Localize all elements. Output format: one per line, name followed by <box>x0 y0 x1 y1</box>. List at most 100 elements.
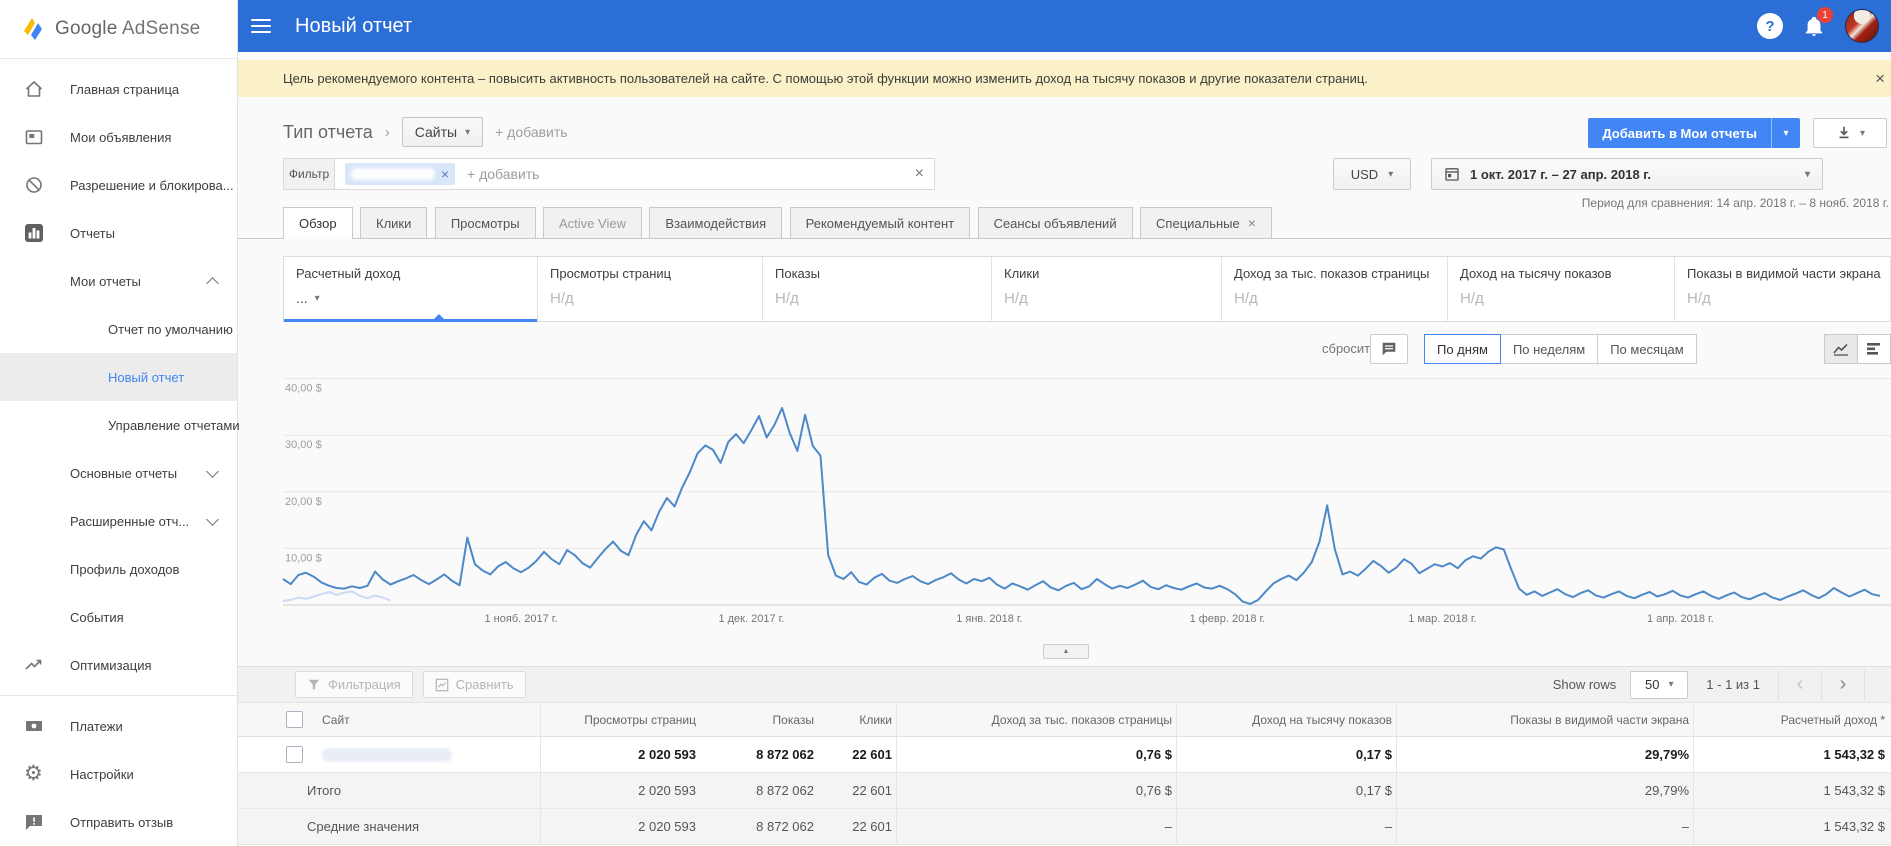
granularity-toggle: По дням По неделям По месяцам <box>1424 334 1697 364</box>
chevron-down-icon: ▾ <box>1783 127 1789 139</box>
metric-clicks[interactable]: Клики Н/д <box>992 257 1222 321</box>
select-all-checkbox[interactable] <box>286 711 303 728</box>
remove-filter-icon[interactable]: × <box>441 166 449 182</box>
metrics-summary-bar: Расчетный доход ... ▾ Просмотры страниц Н… <box>283 256 1891 322</box>
column-site[interactable]: Сайт <box>322 703 540 736</box>
ads-icon <box>24 127 44 147</box>
column-impression-rpm[interactable]: Доход на тысячу показов <box>1176 703 1396 736</box>
rows-per-page-select[interactable]: 50 ▾ <box>1630 670 1689 699</box>
sidebar-item-my-reports[interactable]: Мои отчеты <box>0 257 237 305</box>
previous-page-button[interactable]: ‹ <box>1778 669 1821 700</box>
filter-label: Фильтр <box>283 158 335 190</box>
tab-ad-sessions[interactable]: Сеансы объявлений <box>977 207 1133 238</box>
chevron-down-icon: ▾ <box>314 292 320 304</box>
sidebar-item-optimization[interactable]: Оптимизация <box>0 641 237 689</box>
payments-icon <box>24 716 44 736</box>
tab-custom[interactable]: Специальные × <box>1140 207 1272 238</box>
report-chart-svg[interactable]: 10,00 $ 20,00 $ 30,00 $ 40,00 $ 1 нояб. 2017… <box>237 372 1891 630</box>
column-viewable[interactable]: Показы в видимой части экрана <box>1396 703 1693 736</box>
granularity-by-week[interactable]: По неделям <box>1499 334 1599 364</box>
tab-active-view[interactable]: Active View <box>543 207 642 238</box>
tab-overview[interactable]: Обзор <box>283 207 353 239</box>
total-label: Итого <box>307 783 342 798</box>
metric-viewable-impressions[interactable]: Показы в видимой части экрана Н/д <box>1675 257 1891 321</box>
line-chart-type-button[interactable] <box>1824 334 1858 364</box>
sidebar-item-blocking[interactable]: Разрешение и блокирова... <box>0 161 237 209</box>
sidebar: Google AdSense Главная страница Мои объя… <box>0 0 240 846</box>
report-tabs: Обзор Клики Просмотры Active View Взаимо… <box>237 207 1891 239</box>
filter-input[interactable]: × + добавить × <box>334 158 935 190</box>
clear-filters-icon[interactable]: × <box>915 165 924 183</box>
tab-interactions[interactable]: Взаимодействия <box>649 207 783 238</box>
metric-impression-rpm[interactable]: Доход на тысячу показов Н/д <box>1448 257 1675 321</box>
collapse-chart-button[interactable]: ▲ <box>1043 644 1089 659</box>
sidebar-item-default-report[interactable]: Отчет по умолчанию <box>0 305 237 353</box>
download-button[interactable]: ▾ <box>1813 118 1887 148</box>
redacted-filter-value <box>351 168 435 180</box>
sidebar-item-my-ads[interactable]: Мои объявления <box>0 113 237 161</box>
funnel-icon <box>307 678 321 692</box>
close-tab-icon[interactable]: × <box>1248 215 1256 231</box>
add-filter-link[interactable]: + добавить <box>467 166 539 182</box>
row-checkbox[interactable] <box>286 746 303 763</box>
compare-button[interactable]: Сравнить <box>422 671 526 698</box>
granularity-by-day[interactable]: По дням <box>1424 334 1501 364</box>
sidebar-item-events[interactable]: События <box>0 593 237 641</box>
reset-link[interactable]: сбросить <box>1322 334 1377 364</box>
column-page-rpm[interactable]: Доход за тыс. показов страницы <box>896 703 1176 736</box>
chevron-down-icon <box>206 512 219 526</box>
metric-page-rpm[interactable]: Доход за тыс. показов страницы Н/д <box>1222 257 1448 321</box>
bar-chart-type-button[interactable] <box>1857 334 1891 364</box>
results-table: Фильтрация Сравнить Show rows 50 ▾ 1 - 1… <box>237 666 1891 845</box>
filter-table-button[interactable]: Фильтрация <box>295 671 413 698</box>
table-header: Сайт Просмотры страниц Показы Клики Дохо… <box>237 703 1891 737</box>
sidebar-item-revenue-profile[interactable]: Профиль доходов <box>0 545 237 593</box>
adsense-logo-icon <box>20 17 46 41</box>
save-options-dropdown[interactable]: ▾ <box>1771 118 1800 148</box>
sidebar-item-common-reports[interactable]: Основные отчеты <box>0 449 237 497</box>
date-range-picker[interactable]: 1 окт. 2017 г. – 27 апр. 2018 г. ▾ <box>1431 158 1823 190</box>
column-clicks[interactable]: Клики <box>818 703 896 736</box>
svg-text:1 апр. 2018 г.: 1 апр. 2018 г. <box>1647 613 1714 625</box>
metric-impressions[interactable]: Показы Н/д <box>763 257 992 321</box>
calendar-icon <box>1444 166 1460 182</box>
sidebar-item-reports[interactable]: Отчеты <box>0 209 237 257</box>
average-label: Средние значения <box>307 819 419 834</box>
sidebar-item-payments[interactable]: Платежи <box>0 702 237 750</box>
compare-chart-icon <box>435 678 449 692</box>
add-dimension-link[interactable]: + добавить <box>495 124 567 140</box>
horizontal-bars-icon <box>1865 341 1883 357</box>
metric-estimated-earnings[interactable]: Расчетный доход ... ▾ <box>284 257 538 322</box>
add-to-my-reports-button[interactable]: Добавить в Мои отчеты ▾ <box>1588 118 1800 148</box>
tab-clicks[interactable]: Клики <box>360 207 428 238</box>
metric-pageviews[interactable]: Просмотры страниц Н/д <box>538 257 763 321</box>
chart-controls: сбросить По дням По неделям По месяцам <box>237 334 1891 366</box>
column-estimated-earnings[interactable]: Расчетный доход * <box>1693 703 1889 736</box>
close-icon[interactable]: × <box>1875 60 1885 97</box>
svg-text:10,00 $: 10,00 $ <box>285 552 322 564</box>
adsense-logo[interactable]: Google AdSense <box>0 0 237 59</box>
promo-notice: Цель рекомендуемого контента – повысить … <box>237 60 1891 97</box>
table-row[interactable]: 2 020 593 8 872 062 22 601 0,76 $ 0,17 $… <box>237 737 1891 773</box>
column-pageviews[interactable]: Просмотры страниц <box>540 703 700 736</box>
svg-text:1 дек. 2017 г.: 1 дек. 2017 г. <box>718 613 784 625</box>
granularity-by-month[interactable]: По месяцам <box>1597 334 1697 364</box>
sidebar-item-settings[interactable]: ⚙ Настройки <box>0 750 237 798</box>
sidebar-item-new-report[interactable]: Новый отчет <box>0 353 237 401</box>
sidebar-divider <box>0 695 237 696</box>
feedback-icon <box>24 812 44 832</box>
column-impressions[interactable]: Показы <box>700 703 818 736</box>
sidebar-item-manage-reports[interactable]: Управление отчетами <box>0 401 240 449</box>
sidebar-item-advanced-reports[interactable]: Расширенные отч... <box>0 497 237 545</box>
sidebar-item-home[interactable]: Главная страница <box>0 65 237 113</box>
sidebar-item-feedback[interactable]: Отправить отзыв <box>0 798 237 846</box>
annotations-button[interactable] <box>1370 334 1408 364</box>
filter-chip[interactable]: × <box>345 163 455 185</box>
block-icon <box>24 175 44 195</box>
tab-recommended-content[interactable]: Рекомендуемый контент <box>789 207 971 238</box>
report-type-select[interactable]: Сайты ▾ <box>401 117 484 147</box>
tab-views[interactable]: Просмотры <box>434 207 536 238</box>
svg-text:20,00 $: 20,00 $ <box>285 496 322 508</box>
next-page-button[interactable]: › <box>1821 669 1865 700</box>
currency-select[interactable]: USD ▾ <box>1333 158 1411 190</box>
